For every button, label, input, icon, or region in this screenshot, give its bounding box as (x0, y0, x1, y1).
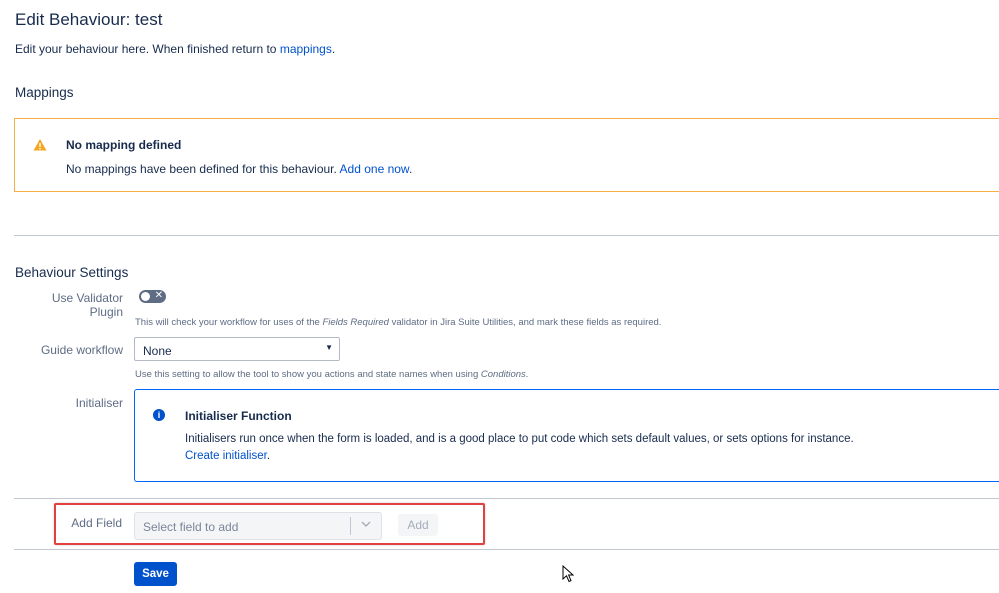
mouse-cursor-icon (562, 565, 574, 583)
page-title: Edit Behaviour: test (15, 10, 163, 29)
warning-title: No mapping defined (66, 138, 182, 152)
guide-help-suffix: . (525, 369, 529, 380)
mappings-heading: Mappings (15, 85, 74, 100)
validator-help-emphasis: Fields Required (322, 317, 389, 328)
behaviour-settings-heading: Behaviour Settings (15, 265, 129, 280)
initialiser-link-end: . (266, 450, 271, 462)
guide-help-emphasis: Conditions (480, 369, 526, 380)
warning-end: . (408, 162, 413, 176)
validator-help-prefix: This will check your workflow for uses o… (135, 317, 323, 328)
initialiser-description: Initialisers run once when the form is l… (185, 433, 854, 445)
validator-help-suffix: validator in Jira Suite Utilities, and m… (388, 317, 662, 328)
guide-help-prefix: Use this setting to allow the tool to sh… (135, 369, 481, 380)
guide-workflow-label: Guide workflow (40, 343, 123, 357)
close-icon: ✕ (154, 290, 163, 301)
divider (14, 235, 999, 236)
toggle-knob (141, 292, 150, 301)
initialiser-link-line: Create initialiser. (185, 450, 270, 462)
intro-text: Edit your behaviour here. When finished … (15, 42, 335, 56)
no-mapping-warning: No mapping defined No mappings have been… (14, 118, 999, 192)
create-initialiser-link[interactable]: Create initialiser (185, 450, 267, 462)
mappings-link[interactable]: mappings (280, 42, 332, 56)
initialiser-title: Initialiser Function (185, 409, 292, 423)
select-field-dropdown[interactable]: Select field to add (134, 512, 382, 540)
intro-text-prefix: Edit your behaviour here. When finished … (15, 42, 280, 56)
validator-help: This will check your workflow for uses o… (135, 317, 661, 328)
divider (14, 549, 999, 550)
add-field-label: Add Field (71, 516, 122, 530)
divider (14, 498, 999, 499)
initialiser-info-box: i Initialiser Function Initialisers run … (134, 389, 999, 482)
guide-workflow-select[interactable]: None ▼ (134, 337, 340, 361)
warning-icon (33, 139, 47, 151)
dropdown-arrow-icon: ▼ (325, 343, 333, 352)
select-field-placeholder: Select field to add (143, 520, 239, 534)
separator (350, 517, 351, 535)
intro-text-end: . (331, 42, 336, 56)
add-field-button[interactable]: Add (398, 514, 438, 536)
validator-toggle[interactable]: ✕ (139, 290, 166, 303)
validator-label: Use Validator Plugin (51, 291, 123, 319)
save-button[interactable]: Save (134, 562, 177, 586)
guide-workflow-value: None (143, 344, 172, 358)
warning-message: No mappings have been defined for this b… (66, 162, 340, 176)
info-icon: i (153, 409, 165, 421)
add-mapping-link[interactable]: Add one now (340, 162, 409, 176)
chevron-down-icon (361, 521, 371, 527)
initialiser-label: Initialiser (75, 396, 123, 410)
warning-text: No mappings have been defined for this b… (66, 162, 412, 176)
guide-workflow-help: Use this setting to allow the tool to sh… (135, 369, 528, 380)
